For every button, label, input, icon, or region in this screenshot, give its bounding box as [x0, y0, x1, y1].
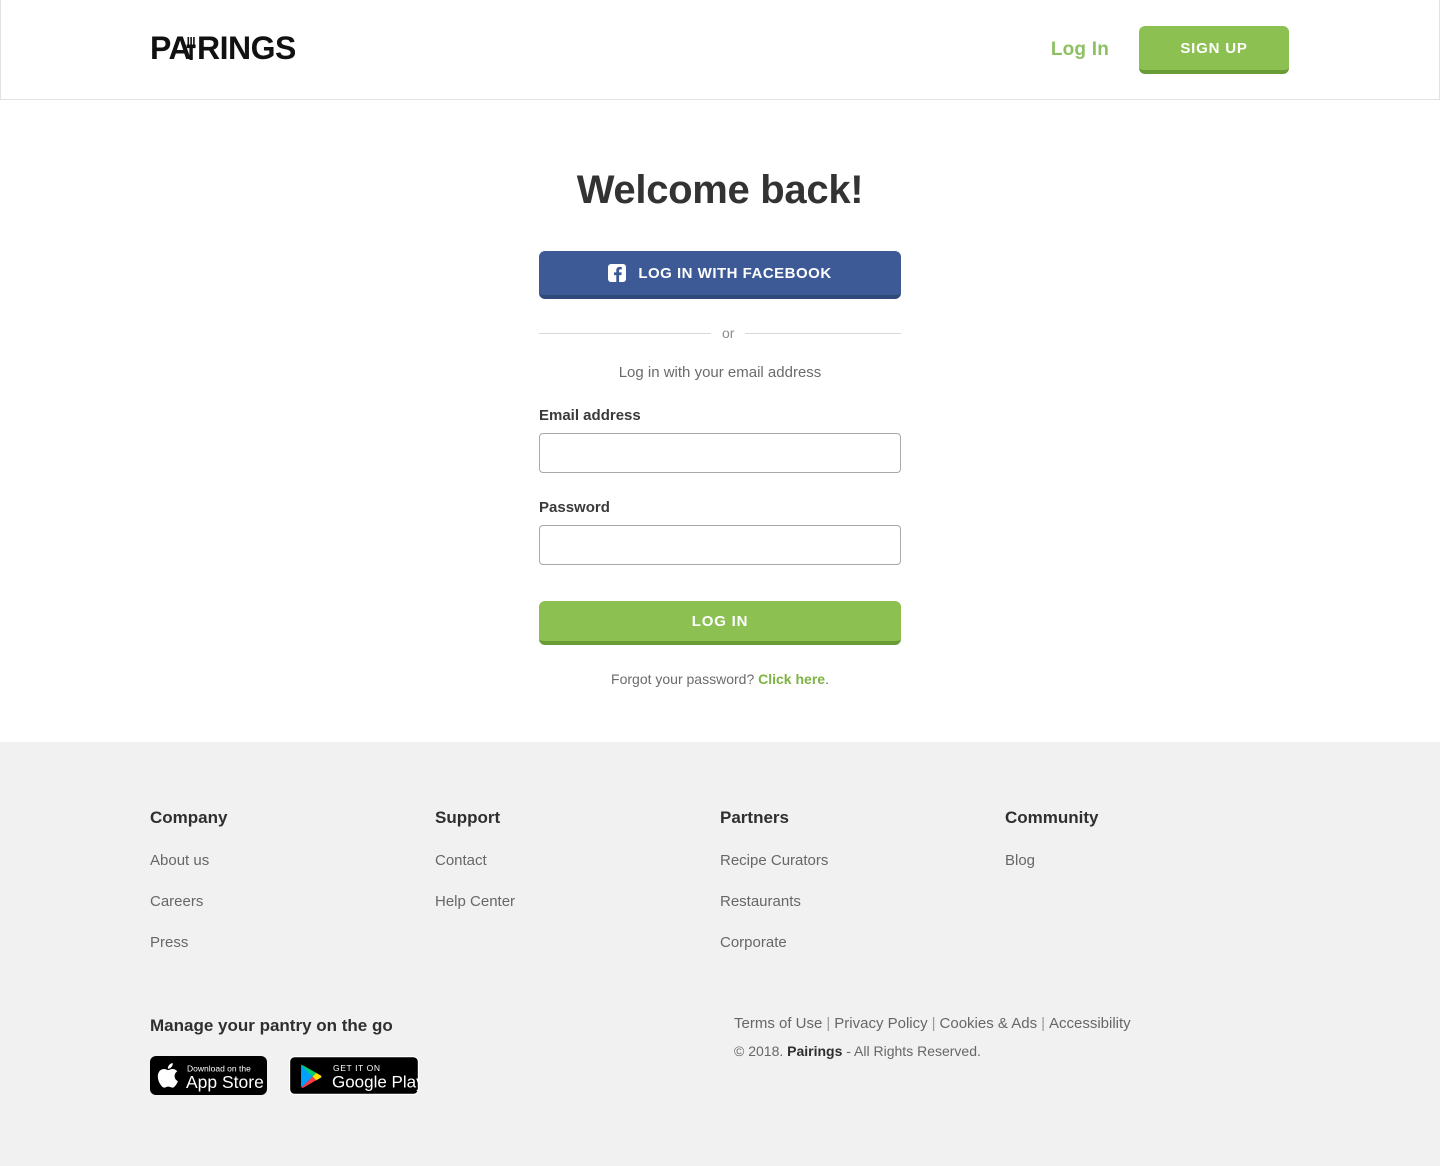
legal-link-accessibility[interactable]: Accessibility — [1049, 1015, 1131, 1032]
legal-link-cookies-ads[interactable]: Cookies & Ads — [940, 1015, 1038, 1032]
svg-text:Google Play: Google Play — [332, 1073, 419, 1092]
footer-legal: Terms of Use | Privacy Policy | Cookies & Ad… — [734, 1015, 1131, 1059]
copyright-brand: Pairings — [787, 1043, 843, 1059]
footer-app-section: Manage your pantry on the go Download on… — [150, 1016, 570, 1100]
copyright-prefix: © 2018. — [734, 1043, 788, 1059]
site-header: PA RINGS Log In SIGN UP — [0, 0, 1440, 100]
site-footer: Company About us Careers Press Support C… — [0, 742, 1440, 1166]
login-button[interactable]: LOG IN — [539, 601, 901, 645]
login-card: Welcome back! LOG IN WITH FACEBOOK or Lo… — [539, 100, 901, 687]
footer-link-about-us[interactable]: About us — [150, 852, 435, 869]
facebook-login-label: LOG IN WITH FACEBOOK — [638, 264, 832, 282]
facebook-icon — [608, 264, 627, 282]
footer-link-contact[interactable]: Contact — [435, 852, 720, 869]
svg-text:PA: PA — [150, 32, 191, 66]
copyright-suffix: - All Rights Reserved. — [842, 1043, 981, 1059]
footer-link-restaurants[interactable]: Restaurants — [720, 893, 1005, 910]
footer-heading-company: Company — [150, 808, 228, 827]
facebook-login-button[interactable]: LOG IN WITH FACEBOOK — [539, 251, 901, 299]
footer-app-heading: Manage your pantry on the go — [150, 1016, 393, 1035]
divider-rule-right — [745, 332, 901, 334]
forgot-password-prefix: Forgot your password? — [611, 671, 759, 687]
password-label: Password — [539, 499, 610, 516]
forgot-password-link[interactable]: Click here — [758, 671, 825, 687]
footer-column-support: Support Contact Help Center — [435, 808, 720, 975]
email-label: Email address — [539, 407, 641, 424]
divider-label: or — [722, 325, 735, 341]
footer-heading-partners: Partners — [720, 808, 789, 827]
footer-link-press[interactable]: Press — [150, 934, 435, 951]
header-actions: Log In SIGN UP — [1051, 0, 1289, 100]
footer-column-community: Community Blog — [1005, 808, 1290, 975]
main-content: Welcome back! LOG IN WITH FACEBOOK or Lo… — [0, 100, 1440, 742]
legal-separator-3: | — [1041, 1015, 1045, 1032]
app-store-badge[interactable]: Download on the App Store — [150, 1056, 267, 1100]
footer-column-partners: Partners Recipe Curators Restaurants Cor… — [720, 808, 1005, 975]
footer-link-corporate[interactable]: Corporate — [720, 934, 1005, 951]
divider-rule-left — [539, 332, 711, 334]
copyright-text: © 2018. Pairings - All Rights Reserved. — [734, 1043, 1131, 1059]
footer-column-company: Company About us Careers Press — [150, 808, 435, 975]
svg-text:App Store: App Store — [186, 1072, 264, 1092]
footer-link-blog[interactable]: Blog — [1005, 852, 1290, 869]
footer-heading-support: Support — [435, 808, 501, 827]
page-title: Welcome back! — [576, 168, 864, 212]
legal-link-privacy-policy[interactable]: Privacy Policy — [834, 1015, 927, 1032]
footer-link-help-center[interactable]: Help Center — [435, 893, 720, 910]
svg-text:GET IT ON: GET IT ON — [333, 1063, 381, 1073]
forgot-password-suffix: . — [825, 671, 829, 687]
legal-link-terms-of-use[interactable]: Terms of Use — [734, 1015, 822, 1032]
nav-login-link[interactable]: Log In — [1051, 39, 1109, 61]
footer-link-careers[interactable]: Careers — [150, 893, 435, 910]
footer-link-recipe-curators[interactable]: Recipe Curators — [720, 852, 1005, 869]
footer-heading-community: Community — [1005, 808, 1099, 827]
logo-wordmark: PA RINGS — [150, 32, 295, 66]
legal-separator-1: | — [826, 1015, 831, 1032]
password-input[interactable] — [539, 525, 901, 565]
logo[interactable]: PA RINGS — [150, 27, 295, 71]
email-input[interactable] — [539, 433, 901, 473]
forgot-password-text: Forgot your password? Click here. — [539, 671, 901, 687]
app-store-badges: Download on the App Store GET IT ON Goog… — [150, 1056, 570, 1100]
divider: or — [539, 325, 901, 341]
email-login-note: Log in with your email address — [618, 364, 822, 381]
google-play-badge[interactable]: GET IT ON Google Play — [289, 1056, 425, 1100]
svg-text:RINGS: RINGS — [197, 32, 295, 66]
footer-link-columns: Company About us Careers Press Support C… — [150, 808, 1290, 975]
legal-separator-2: | — [931, 1015, 936, 1032]
legal-links-row: Terms of Use | Privacy Policy | Cookies & Ad… — [734, 1015, 1131, 1032]
signup-button[interactable]: SIGN UP — [1139, 26, 1289, 74]
